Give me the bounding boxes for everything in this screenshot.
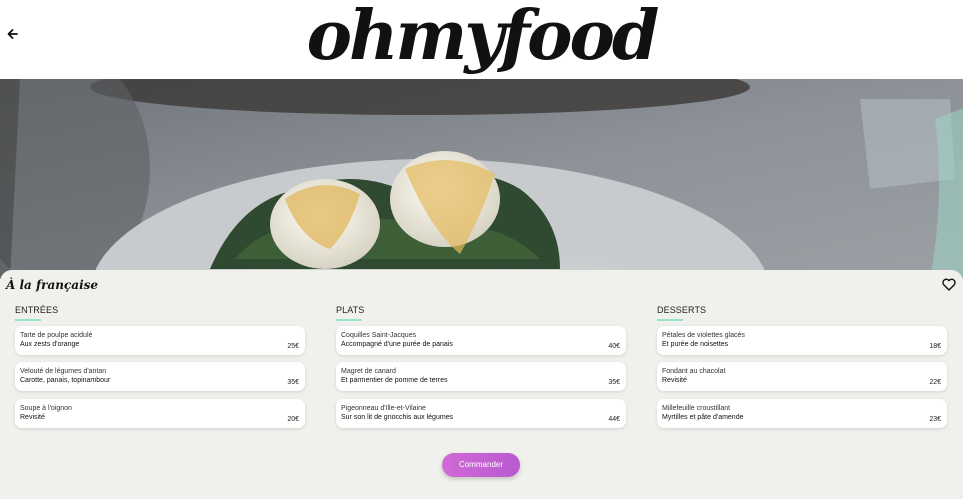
- item-name: Velouté de légumes d'antan: [20, 368, 107, 375]
- item-name: Coquilles Saint-Jacques: [341, 332, 417, 339]
- item-description: Accompagné d'une purée de panais: [341, 341, 453, 348]
- item-name: Pigeonneau d'Ille-et-Vilaine: [341, 405, 426, 412]
- column-underline: [336, 319, 362, 321]
- menu-item[interactable]: Pétales de violettes glacés Et purée de …: [657, 326, 947, 355]
- menu-item[interactable]: Magret de canard Et parmentier de pomme …: [336, 362, 626, 391]
- menu-item[interactable]: Coquilles Saint-Jacques Accompagné d'une…: [336, 326, 626, 355]
- column-title: DESSERTS: [657, 305, 707, 315]
- header: ohmyfood: [0, 0, 963, 79]
- item-price: 35€: [287, 379, 299, 386]
- item-price: 40€: [608, 343, 620, 350]
- column-title: ENTRÉES: [15, 305, 59, 315]
- item-name: Tarte de poulpe acidulé: [20, 332, 93, 339]
- item-price: 44€: [608, 416, 620, 423]
- item-description: Carotte, panais, topinambour: [20, 377, 111, 384]
- menu-item[interactable]: Soupe à l'oignon Revisité 20€: [15, 399, 305, 428]
- item-price: 35€: [608, 379, 620, 386]
- column-underline: [657, 319, 683, 321]
- column-title: PLATS: [336, 305, 365, 315]
- item-name: Fondant au chacolat: [662, 368, 726, 375]
- item-description: Myrtilles et pâte d'amende: [662, 414, 744, 421]
- menu-column-plats: PLATS Coquilles Saint-Jacques Accompagné…: [336, 305, 626, 428]
- item-description: Aux zests d'orange: [20, 341, 80, 348]
- item-price: 25€: [287, 343, 299, 350]
- item-price: 23€: [929, 416, 941, 423]
- menu-item[interactable]: Pigeonneau d'Ille-et-Vilaine Sur son lit…: [336, 399, 626, 428]
- item-description: Revisité: [20, 414, 45, 421]
- item-description: Sur son lit de gnocchis aux légumes: [341, 414, 454, 421]
- hero-image: [0, 79, 963, 279]
- item-name: Millefeuille croustillant: [662, 405, 731, 412]
- menu-item[interactable]: Tarte de poulpe acidulé Aux zests d'oran…: [15, 326, 305, 355]
- restaurant-title: À la française: [6, 278, 99, 292]
- heart-outline-icon[interactable]: [942, 278, 956, 291]
- menu-item[interactable]: Fondant au chacolat Revisité 22€: [657, 362, 947, 391]
- item-description: Revisité: [662, 377, 687, 384]
- item-price: 22€: [929, 379, 941, 386]
- item-price: 20€: [287, 416, 299, 423]
- menu-column-desserts: DESSERTS Pétales de violettes glacés Et …: [657, 305, 947, 428]
- item-name: Pétales de violettes glacés: [662, 332, 745, 339]
- menu-item[interactable]: Velouté de légumes d'antan Carotte, pana…: [15, 362, 305, 391]
- item-description: Et purée de noisettes: [662, 341, 729, 348]
- order-button[interactable]: Commander: [442, 453, 520, 477]
- item-name: Soupe à l'oignon: [20, 405, 72, 412]
- column-underline: [15, 319, 41, 321]
- item-name: Magret de canard: [341, 368, 396, 375]
- app-logo[interactable]: ohmyfood: [0, 0, 963, 78]
- menu-item[interactable]: Millefeuille croustillant Myrtilles et p…: [657, 399, 947, 428]
- menu-column-entrees: ENTRÉES Tarte de poulpe acidulé Aux zest…: [15, 305, 305, 428]
- item-price: 18€: [929, 343, 941, 350]
- item-description: Et parmentier de pomme de terres: [341, 377, 448, 384]
